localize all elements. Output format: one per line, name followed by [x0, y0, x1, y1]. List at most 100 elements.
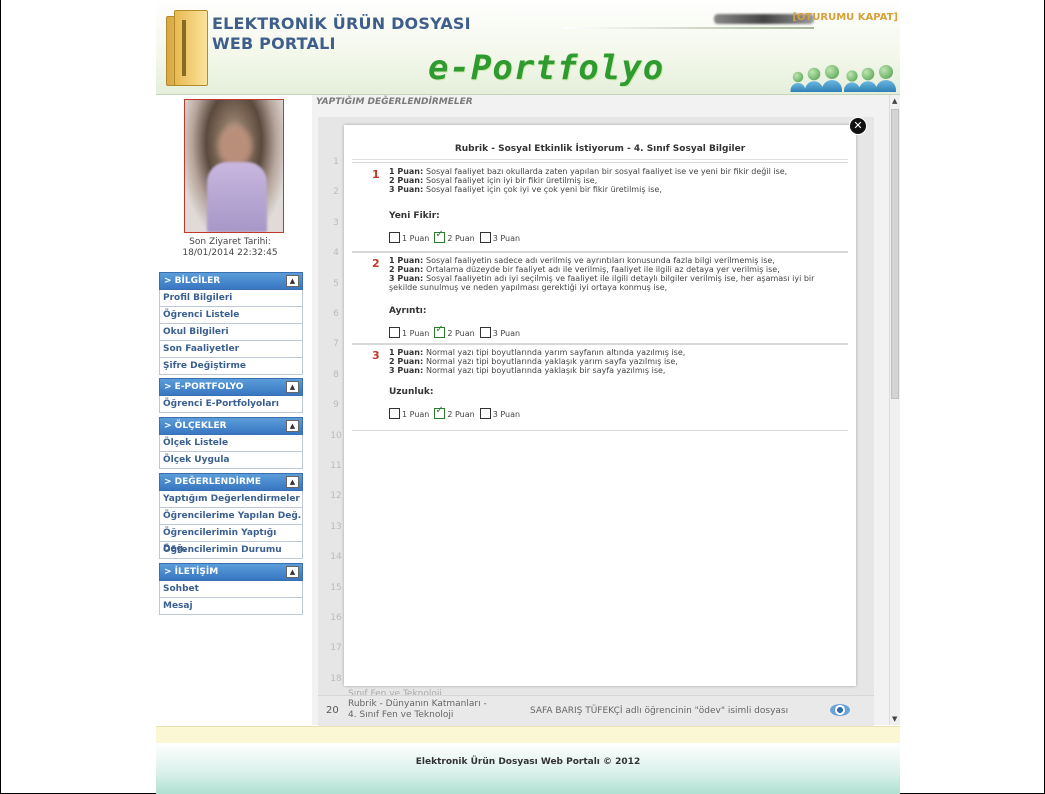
profile-photo: [184, 99, 284, 233]
score-option[interactable]: 1 Puan: [389, 408, 430, 419]
checkbox[interactable]: [479, 327, 491, 338]
rubric-title: Rubrik - Sosyal Etkinlik İstiyorum - 4. …: [352, 139, 848, 160]
row-number: 4: [333, 248, 339, 259]
score-option-label: 1 Puan: [402, 234, 430, 243]
menu-item-olcek-listele[interactable]: Ölçek Listele: [159, 435, 303, 452]
score-description: 2 Puan: Sosyal faaliyet için iyi bir fik…: [389, 176, 598, 185]
view-eye-icon[interactable]: [830, 704, 850, 716]
header: ELEKTRONİK ÜRÜN DOSYASI WEB PORTALI e-Po…: [156, 0, 900, 95]
logout-link[interactable]: [OTURUMU KAPAT]: [792, 12, 898, 23]
menu-item-ogrenci-eportfolyolari[interactable]: Öğrenci E-Portfolyoları: [159, 396, 303, 413]
checkbox[interactable]: [389, 408, 400, 419]
row-number: 15: [330, 582, 342, 593]
menu-item-yaptigim-degerlendirmeler[interactable]: Yaptığım Değerlendirmeler: [159, 491, 303, 508]
last-visit: Son Ziyaret Tarihi: 18/01/2014 22:32:45: [156, 237, 304, 259]
criterion-name: Uzunluk:: [389, 387, 434, 397]
score-description: 1 Puan: Sosyal faaliyet bazı okullarda z…: [389, 167, 788, 176]
close-icon[interactable]: ✕: [849, 117, 867, 135]
score-description: 3 Puan: Normal yazı tipi boyutlarında ya…: [389, 366, 666, 375]
menu-item-sifre-degistirme[interactable]: Şifre Değiştirme: [159, 358, 303, 375]
footer-text: Elektronik Ürün Dosyası Web Portalı © 20…: [415, 757, 641, 767]
user-bar: [OTURUMU KAPAT]: [564, 12, 898, 29]
menu-item-okul-bilgileri[interactable]: Okul Bilgileri: [159, 324, 303, 341]
criterion-descriptions: 1 Puan: Normal yazı tipi boyutlarında ya…: [389, 348, 845, 375]
collapse-icon[interactable]: ▲: [286, 566, 299, 578]
scrollbar-thumb[interactable]: [891, 109, 899, 399]
score-options: 1 Puan 2 Puan 3 Puan: [389, 405, 525, 420]
score-description: 1 Puan: Normal yazı tipi boyutlarında ya…: [389, 348, 686, 357]
row-number: 9: [333, 400, 339, 411]
site-title-line1: ELEKTRONİK ÜRÜN DOSYASI: [212, 14, 471, 33]
score-description: 2 Puan: Ortalama düzeyde bir faaliyet ad…: [389, 265, 780, 274]
score-description: 3 Puan: Sosyal faaliyet için çok iyi ve …: [389, 185, 662, 194]
menu-olcekler: > ÖLÇEKLER ▲ Ölçek Listele Ölçek Uygula: [159, 417, 303, 469]
menu-item-mesaj[interactable]: Mesaj: [159, 598, 303, 615]
rubric-modal: Rubrik - Sosyal Etkinlik İstiyorum - 4. …: [344, 125, 856, 686]
score-description: 2 Puan: Normal yazı tipi boyutlarında ya…: [389, 357, 678, 366]
criterion-name: Ayrıntı:: [389, 306, 427, 316]
sidebar: Son Ziyaret Tarihi: 18/01/2014 22:32:45 …: [156, 95, 304, 725]
criterion-2: 2 1 Puan: Sosyal faaliyetin sadece adı ve…: [352, 251, 848, 345]
checkbox-checked[interactable]: [434, 405, 446, 419]
criterion-number: 2: [372, 257, 380, 270]
score-description: 1 Puan: Sosyal faaliyetin sadece adı ver…: [389, 256, 775, 265]
score-option[interactable]: 2 Puan: [434, 324, 475, 338]
menu-item-ogrencilerimin-yaptigi[interactable]: Öğrencilerimin Yaptığı Değ.: [159, 525, 303, 554]
row-number: 2: [333, 187, 339, 198]
score-option-label: 1 Puan: [402, 410, 430, 419]
footer-strip: [156, 726, 900, 743]
row-number: 6: [333, 309, 339, 319]
score-option[interactable]: 3 Puan: [479, 232, 521, 243]
criterion-1: 1 1 Puan: Sosyal faaliyet bazı okullarda …: [352, 162, 848, 253]
menu-item-profil-bilgileri[interactable]: Profil Bilgileri: [159, 290, 303, 307]
score-description: 3 Puan: Sosyal faaliyetin adı iyi seçilm…: [389, 274, 815, 292]
score-option[interactable]: 3 Puan: [479, 327, 521, 338]
row-number: 12: [330, 491, 342, 502]
menu-item-ogrencilerime-yapilan[interactable]: Öğrencilerime Yapılan Değ.: [159, 508, 303, 525]
collapse-icon[interactable]: ▲: [286, 275, 299, 287]
score-option[interactable]: 2 Puan: [434, 405, 475, 419]
criterion-number: 3: [372, 349, 380, 362]
menu-header-iletisim[interactable]: > İLETİŞİM ▲: [159, 563, 303, 581]
scroll-up-icon[interactable]: ▲: [892, 97, 897, 105]
row-number: 5: [333, 278, 339, 289]
menu-degerlendirme: > DEĞERLENDİRME ▲ Yaptığım Değerlendirmel…: [159, 473, 303, 559]
menu-bilgiler: > BİLGİLER ▲ Profil Bilgileri Öğrenci Lis…: [159, 272, 303, 375]
row-number: 14: [330, 552, 342, 563]
score-option[interactable]: 2 Puan: [434, 229, 475, 243]
menu-item-son-faaliyetler[interactable]: Son Faaliyetler: [159, 341, 303, 358]
vertical-scrollbar[interactable]: ▲ ▼: [889, 95, 900, 725]
menu-item-olcek-uygula[interactable]: Ölçek Uygula: [159, 452, 303, 469]
collapse-icon[interactable]: ▲: [286, 381, 299, 393]
score-option-label: 3 Puan: [492, 234, 521, 243]
menu-header-bilgiler[interactable]: > BİLGİLER ▲: [159, 272, 303, 290]
checkbox-checked[interactable]: [434, 229, 446, 243]
table-row[interactable]: 20 Rubrik - Dünyanın Katmanları - 4. Sın…: [318, 695, 874, 726]
checkbox[interactable]: [389, 232, 400, 243]
menu-iletisim: > İLETİŞİM ▲ Sohbet Mesaj: [159, 563, 303, 615]
collapse-icon[interactable]: ▲: [286, 476, 299, 488]
row-number: 8: [333, 369, 339, 380]
criterion-descriptions: 1 Puan: Sosyal faaliyetin sadece adı ver…: [389, 256, 845, 292]
score-option-label: 3 Puan: [492, 329, 521, 338]
checkbox-checked[interactable]: [434, 324, 446, 338]
collapse-icon[interactable]: ▲: [286, 420, 299, 432]
checkbox[interactable]: [479, 232, 491, 243]
criterion-name: Yeni Fikir:: [389, 211, 440, 221]
row-number: 18: [330, 673, 342, 684]
menu-header-olcekler[interactable]: > ÖLÇEKLER ▲: [159, 417, 303, 435]
page-title: YAPTIĞIM DEĞERLENDİRMELER: [316, 97, 473, 107]
checkbox[interactable]: [389, 327, 400, 338]
scroll-down-icon[interactable]: ▼: [892, 715, 897, 723]
menu-header-eportfolyo[interactable]: > E-PORTFOLYO ▲: [159, 378, 303, 396]
menu-item-ogrenci-listele[interactable]: Öğrenci Listele: [159, 307, 303, 324]
menu-header-degerlendirme[interactable]: > DEĞERLENDİRME ▲: [159, 473, 303, 491]
row-number: 11: [330, 461, 342, 471]
criterion-descriptions: 1 Puan: Sosyal faaliyet bazı okullarda z…: [389, 167, 845, 194]
score-option[interactable]: 1 Puan: [389, 327, 429, 338]
checkbox[interactable]: [479, 408, 491, 419]
menu-item-sohbet[interactable]: Sohbet: [159, 581, 303, 598]
score-option[interactable]: 3 Puan: [479, 408, 520, 419]
menu-item-ogrencilerimin-durumu[interactable]: Öğrencilerimin Durumu: [159, 542, 303, 559]
score-option[interactable]: 1 Puan: [389, 232, 430, 243]
